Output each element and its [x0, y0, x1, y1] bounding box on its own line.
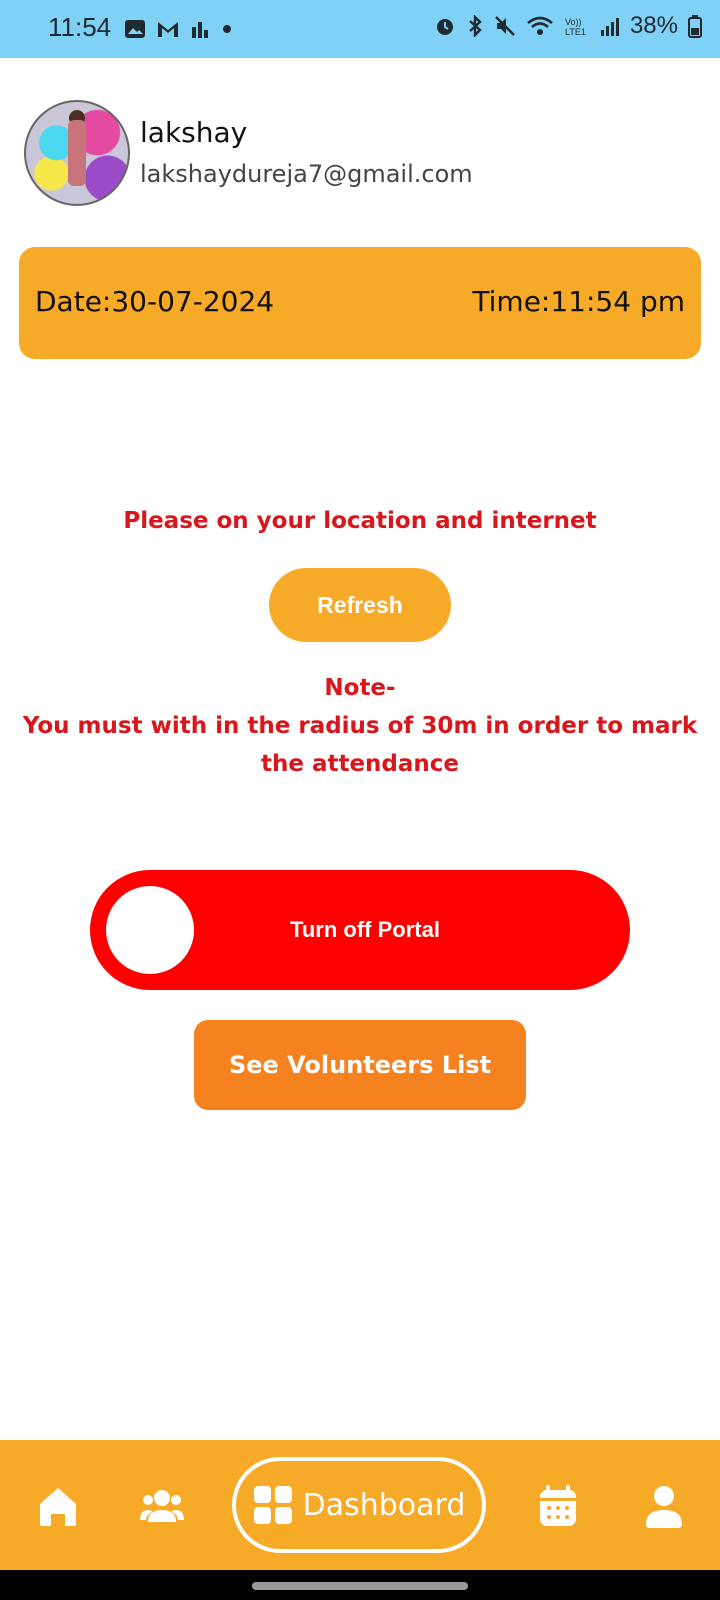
person-icon[interactable] — [640, 1482, 688, 1530]
portal-toggle[interactable]: Turn off Portal — [90, 870, 630, 990]
dashboard-tab[interactable]: Dashboard — [232, 1457, 486, 1553]
svg-text:Vo)): Vo)) — [565, 17, 582, 27]
group-icon[interactable] — [138, 1482, 186, 1530]
alarm-icon — [436, 19, 453, 35]
volte-icon: Vo))LTE1 — [565, 17, 586, 37]
battery-percent: 38% — [629, 12, 678, 39]
gesture-area — [0, 1570, 720, 1600]
battery-icon — [688, 15, 702, 38]
dot-icon — [223, 25, 231, 33]
status-time: 11:54 — [48, 12, 112, 42]
wifi-icon — [527, 16, 553, 35]
date-label: Date:30-07-2024 — [35, 285, 275, 318]
calendar-icon[interactable] — [534, 1482, 582, 1530]
location-warning: Please on your location and internet — [123, 508, 597, 534]
refresh-button[interactable]: Refresh — [269, 568, 451, 642]
dashboard-icon — [253, 1486, 292, 1524]
signal-icon — [600, 18, 619, 36]
avatar[interactable] — [24, 100, 130, 206]
date-time-card: Date:30-07-2024 Time:11:54 pm — [19, 247, 701, 359]
portal-toggle-knob[interactable] — [106, 886, 194, 974]
profile-name: lakshay — [140, 116, 248, 149]
profile-email: lakshaydureja7@gmail.com — [140, 160, 473, 188]
status-bar: 11:54 Vo)) LTE1 38% — [0, 0, 720, 58]
image-icon — [125, 20, 145, 38]
stats-icon — [192, 22, 208, 38]
profile-header: lakshay lakshaydureja7@gmail.com — [24, 100, 704, 206]
note-line-2: the attendance — [260, 751, 460, 777]
time-label: Time:11:54 pm — [472, 285, 685, 318]
avatar-figure — [68, 120, 86, 186]
status-right: Vo)) LTE1 38% — [434, 12, 702, 40]
dashboard-tab-label: Dashboard — [302, 1487, 466, 1523]
svg-text:LTE1: LTE1 — [565, 27, 586, 37]
status-left-icons — [124, 18, 234, 40]
note-line-1: You must with in the radius of 30m in or… — [22, 713, 698, 739]
bottom-nav: Dashboard — [0, 1440, 720, 1570]
gesture-handle[interactable] — [252, 1582, 468, 1590]
home-icon[interactable] — [34, 1482, 82, 1530]
note-title: Note- — [324, 675, 396, 701]
bluetooth-icon — [469, 15, 482, 37]
gmail-icon — [158, 22, 178, 37]
mute-icon — [495, 16, 515, 36]
see-volunteers-button[interactable]: See Volunteers List — [194, 1020, 526, 1110]
